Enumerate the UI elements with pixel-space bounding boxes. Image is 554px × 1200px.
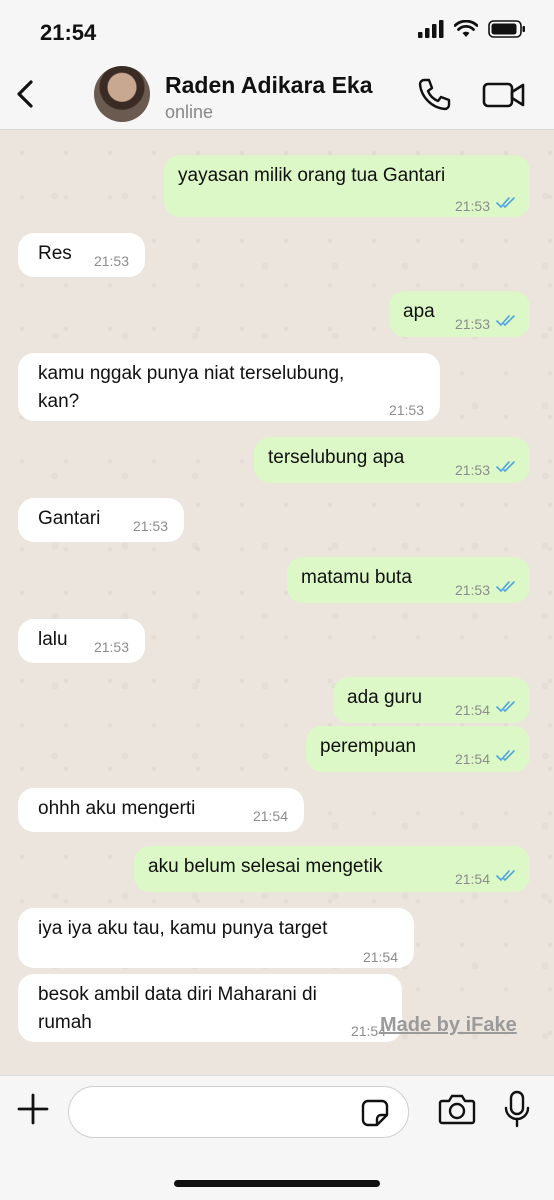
message-timestamp: 21:53 <box>454 316 490 332</box>
plus-icon[interactable] <box>16 1092 50 1126</box>
message-bubble-outgoing[interactable]: perempuan 21:54 <box>306 726 530 772</box>
cellular-signal-icon <box>418 20 444 38</box>
message-timestamp: 21:53 <box>454 198 490 214</box>
message-bubble-incoming[interactable]: lalu 21:53 <box>18 619 145 663</box>
message-text: matamu buta <box>301 567 412 588</box>
message-bubble-incoming[interactable]: iya iya aku tau, kamu punya target 21:54 <box>18 908 414 968</box>
read-receipt-icon <box>496 870 515 881</box>
read-receipt-icon <box>496 701 515 712</box>
sticker-icon[interactable] <box>360 1098 390 1128</box>
message-text: yayasan milik orang tua Gantari <box>178 165 446 186</box>
message-text: terselubung apa <box>268 447 405 468</box>
message-bubble-outgoing[interactable]: apa 21:53 <box>389 291 530 337</box>
message-bubble-incoming[interactable]: ohhh aku mengerti 21:54 <box>18 788 304 832</box>
message-text: ada guru <box>347 687 423 708</box>
back-arrow-icon[interactable] <box>12 76 40 112</box>
message-bubble-incoming[interactable]: kamu nggak punya niat terselubung, kan? 21… <box>18 353 440 421</box>
message-timestamp: 21:54 <box>454 751 490 767</box>
message-text: aku belum selesai mengetik <box>148 856 383 877</box>
message-bubble-incoming[interactable]: Gantari 21:53 <box>18 498 184 542</box>
chat-messages[interactable]: yayasan milik orang tua Gantari 21:53 Res 2… <box>0 131 554 1075</box>
message-timestamp: 21:53 <box>454 582 490 598</box>
status-icons <box>418 20 526 38</box>
contact-avatar[interactable] <box>94 66 150 122</box>
message-text: besok ambil data diri Maharani di <box>38 984 317 1005</box>
home-indicator <box>174 1180 380 1187</box>
message-bubble-outgoing[interactable]: matamu buta 21:53 <box>287 557 530 603</box>
watermark: Made by iFake <box>380 1014 517 1036</box>
message-text: apa <box>403 301 435 322</box>
read-receipt-icon <box>496 197 515 208</box>
message-text: Gantari <box>38 508 101 529</box>
contact-status: online <box>165 102 214 122</box>
video-call-icon[interactable] <box>482 78 526 112</box>
message-text: lalu <box>38 629 68 650</box>
input-bar <box>0 1075 554 1200</box>
message-bubble-incoming[interactable]: Res 21:53 <box>18 233 145 277</box>
battery-icon <box>488 20 525 38</box>
wifi-icon <box>454 20 478 37</box>
message-timestamp: 21:54 <box>454 702 490 718</box>
message-text: rumah <box>38 1012 92 1033</box>
status-time: 21:54 <box>40 20 97 45</box>
chat-header: Raden Adikara Eka online <box>0 62 554 130</box>
message-timestamp: 21:53 <box>132 518 168 534</box>
message-text: ohhh aku mengerti <box>38 798 196 819</box>
message-timestamp: 21:53 <box>454 462 490 478</box>
message-text: kamu nggak punya niat terselubung, <box>38 363 345 384</box>
read-receipt-icon <box>496 461 515 472</box>
microphone-icon[interactable] <box>504 1090 530 1128</box>
message-timestamp: 21:54 <box>252 808 288 824</box>
message-bubble-outgoing[interactable]: aku belum selesai mengetik 21:54 <box>134 846 530 892</box>
message-input[interactable] <box>68 1086 409 1138</box>
read-receipt-icon <box>496 315 515 326</box>
read-receipt-icon <box>496 750 515 761</box>
message-text: Res <box>38 243 72 264</box>
message-text: iya iya aku tau, kamu punya target <box>38 918 328 939</box>
message-timestamp: 21:53 <box>388 402 424 418</box>
camera-icon[interactable] <box>438 1092 476 1126</box>
message-timestamp: 21:53 <box>93 253 129 269</box>
message-timestamp: 21:54 <box>454 871 490 887</box>
message-text: perempuan <box>320 736 417 757</box>
phone-call-icon[interactable] <box>416 76 452 112</box>
message-bubble-outgoing[interactable]: ada guru 21:54 <box>333 677 530 723</box>
message-bubble-outgoing[interactable]: yayasan milik orang tua Gantari 21:53 <box>164 155 530 217</box>
message-bubble-incoming[interactable]: besok ambil data diri Maharani di rumah 21… <box>18 974 402 1042</box>
status-bar: 21:54 <box>0 0 554 62</box>
message-text: kan? <box>38 391 80 412</box>
contact-name[interactable]: Raden Adikara Eka <box>165 72 373 99</box>
message-timestamp: 21:53 <box>93 639 129 655</box>
message-timestamp: 21:54 <box>362 949 398 965</box>
read-receipt-icon <box>496 581 515 592</box>
message-bubble-outgoing[interactable]: terselubung apa 21:53 <box>254 437 530 483</box>
